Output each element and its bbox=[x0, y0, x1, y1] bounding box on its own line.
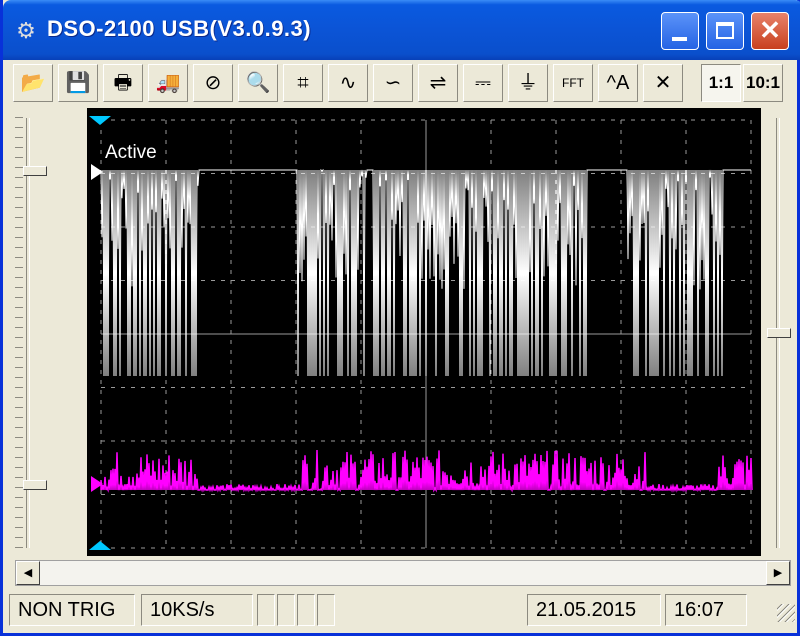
ground-button[interactable]: ⏚ bbox=[508, 64, 548, 102]
right-slider-track bbox=[765, 108, 791, 556]
status-slot-1 bbox=[257, 594, 275, 626]
minimize-button[interactable] bbox=[661, 12, 699, 50]
trigger-level-icon: ⇌ bbox=[429, 72, 447, 94]
close-icon: ✕ bbox=[759, 15, 781, 45]
grid-icon: ⌗ bbox=[297, 72, 309, 94]
trigger-position-top-marker[interactable] bbox=[89, 116, 111, 125]
close-button[interactable]: ✕ bbox=[751, 12, 789, 50]
trigger-position-bottom-marker[interactable] bbox=[89, 541, 111, 550]
falling-edge-icon: ∽ bbox=[384, 72, 402, 94]
window-title: DSO-2100 USB(V3.0.9.3) bbox=[47, 16, 312, 41]
falling-edge-button[interactable]: ∽ bbox=[373, 64, 413, 102]
oscilloscope-screen[interactable]: Active bbox=[87, 108, 761, 556]
trigger-status: NON TRIG bbox=[9, 594, 135, 626]
minimize-icon bbox=[672, 37, 687, 41]
measure-button[interactable]: ^A bbox=[598, 64, 638, 102]
dc-coupling-icon: ⎓ bbox=[475, 72, 491, 94]
maximize-icon bbox=[716, 22, 734, 39]
status-time: 16:07 bbox=[665, 594, 747, 626]
scroll-right-button[interactable]: ▶ bbox=[766, 561, 790, 585]
save-button[interactable]: 💾 bbox=[58, 64, 98, 102]
print-icon: 🖶 bbox=[113, 72, 133, 94]
cursor-icon: ✕ bbox=[654, 72, 672, 94]
title-bar[interactable]: ⚙ DSO-2100 USB(V3.0.9.3) ✕ bbox=[3, 0, 800, 60]
scope-area: Active bbox=[7, 108, 799, 558]
ch2-offset-slider[interactable] bbox=[23, 480, 47, 490]
zoom-button[interactable]: 🔍 bbox=[238, 64, 278, 102]
truck-button[interactable]: 🚚 bbox=[148, 64, 188, 102]
stop-button[interactable]: ⊘ bbox=[193, 64, 233, 102]
status-slot-2 bbox=[277, 594, 295, 626]
status-date: 21.05.2015 bbox=[527, 594, 661, 626]
trigger-level-button[interactable]: ⇌ bbox=[418, 64, 458, 102]
grid-button[interactable]: ⌗ bbox=[283, 64, 323, 102]
status-bar: NON TRIG 10KS/s 21.05.2015 16:07 bbox=[7, 592, 799, 628]
save-icon: 💾 bbox=[65, 72, 91, 94]
sample-rate: 10KS/s bbox=[141, 594, 253, 626]
fft-button[interactable]: FFT bbox=[553, 64, 593, 102]
print-button[interactable]: 🖶 bbox=[103, 64, 143, 102]
truck-icon: 🚚 bbox=[155, 72, 181, 94]
fft-icon: FFT bbox=[562, 76, 584, 90]
horizontal-scrollbar[interactable]: ◀ ▶ bbox=[15, 560, 791, 586]
trigger-level-slider[interactable] bbox=[767, 328, 791, 338]
trace-label: Active bbox=[105, 142, 157, 163]
maximize-button[interactable] bbox=[706, 12, 744, 50]
ratio-1-1-button[interactable]: 1:1 bbox=[701, 64, 741, 102]
resize-grip[interactable] bbox=[777, 604, 795, 622]
cursor-button[interactable]: ✕ bbox=[643, 64, 683, 102]
stop-icon: ⊘ bbox=[204, 72, 222, 94]
app-icon: ⚙ bbox=[16, 18, 36, 43]
open-button[interactable]: 📂 bbox=[13, 64, 53, 102]
dc-coupling-button[interactable]: ⎓ bbox=[463, 64, 503, 102]
ratio-10-1-label: 10:1 bbox=[745, 73, 781, 92]
ratio-1-1-label: 1:1 bbox=[708, 73, 734, 92]
left-slider-track bbox=[15, 108, 47, 556]
status-slot-3 bbox=[297, 594, 315, 626]
status-slot-4 bbox=[317, 594, 335, 626]
rising-edge-icon: ∿ bbox=[339, 72, 357, 94]
measure-icon: ^A bbox=[606, 72, 630, 94]
ground-icon: ⏚ bbox=[518, 72, 538, 94]
ch1-offset-slider[interactable] bbox=[23, 166, 47, 176]
zoom-icon: 🔍 bbox=[245, 72, 271, 94]
open-icon: 📂 bbox=[20, 72, 46, 94]
scope-display: Active bbox=[89, 116, 753, 550]
main-window: ⚙ DSO-2100 USB(V3.0.9.3) ✕ 1:1 10:1 📂 💾 🖶 🚚… bbox=[0, 0, 800, 636]
scroll-left-button[interactable]: ◀ bbox=[16, 561, 40, 585]
left-scale-ticks bbox=[15, 108, 23, 556]
ratio-10-1-button[interactable]: 10:1 bbox=[743, 64, 783, 102]
rising-edge-button[interactable]: ∿ bbox=[328, 64, 368, 102]
toolbar: 1:1 10:1 📂 💾 🖶 🚚 ⊘ 🔍 ⌗ ∿ ∽ ⇌ ⎓ ⏚ FFT ^A ✕ bbox=[7, 62, 799, 104]
